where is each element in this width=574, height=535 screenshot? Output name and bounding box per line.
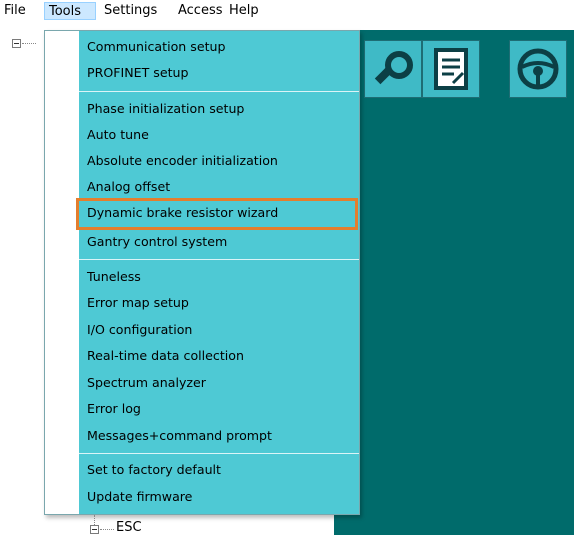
document-button[interactable]	[422, 40, 480, 98]
menu-settings[interactable]: Settings	[100, 2, 161, 20]
menu-separator	[79, 259, 359, 260]
menu-bar: File Tools Settings Access Help	[0, 0, 574, 22]
menu-tools[interactable]: Tools	[44, 2, 96, 20]
menu-separator	[79, 453, 359, 454]
highlight-box	[76, 198, 358, 230]
tree-connector	[100, 529, 114, 530]
menu-item-gantry-control-system[interactable]: Gantry control system	[79, 229, 359, 255]
collapse-toggle-icon[interactable]	[90, 525, 99, 534]
menu-file[interactable]: File	[0, 2, 30, 20]
menu-item-messages-command-prompt[interactable]: Messages+command prompt	[79, 423, 359, 449]
menu-item-error-map-setup[interactable]: Error map setup	[79, 290, 359, 316]
collapse-toggle-icon[interactable]	[12, 39, 21, 48]
menu-access[interactable]: Access	[174, 2, 227, 20]
menu-item-real-time-data-collection[interactable]: Real-time data collection	[79, 343, 359, 369]
menu-item-set-to-factory-default[interactable]: Set to factory default	[79, 457, 359, 483]
steering-wheel-icon	[517, 48, 559, 90]
menu-icon-gutter	[45, 31, 79, 514]
work-area	[334, 30, 574, 535]
menu-item-profinet-setup[interactable]: PROFINET setup	[79, 60, 359, 86]
steering-wheel-button[interactable]	[509, 40, 567, 98]
menu-item-analog-offset[interactable]: Analog offset	[79, 174, 359, 200]
tree-connector	[22, 43, 36, 44]
menu-separator	[79, 91, 359, 92]
menu-item-auto-tune[interactable]: Auto tune	[79, 122, 359, 148]
menu-item-absolute-encoder-initialization[interactable]: Absolute encoder initialization	[79, 148, 359, 174]
menu-item-phase-initialization-setup[interactable]: Phase initialization setup	[79, 96, 359, 122]
menu-item-spectrum-analyzer[interactable]: Spectrum analyzer	[79, 370, 359, 396]
menu-help[interactable]: Help	[225, 2, 263, 20]
document-icon	[434, 48, 468, 90]
menu-item-tuneless[interactable]: Tuneless	[79, 264, 359, 290]
tools-dropdown-menu: Communication setup PROFINET setup Phase…	[44, 30, 360, 515]
tree-node-label: ESC	[116, 520, 142, 535]
menu-item-io-configuration[interactable]: I/O configuration	[79, 317, 359, 343]
menu-item-error-log[interactable]: Error log	[79, 396, 359, 422]
menu-item-update-firmware[interactable]: Update firmware	[79, 484, 359, 510]
wrench-gear-icon	[374, 51, 413, 85]
tree-node-esc[interactable]: ESC	[80, 515, 330, 535]
wrench-gear-button[interactable]	[364, 40, 422, 98]
menu-item-communication-setup[interactable]: Communication setup	[79, 34, 359, 60]
